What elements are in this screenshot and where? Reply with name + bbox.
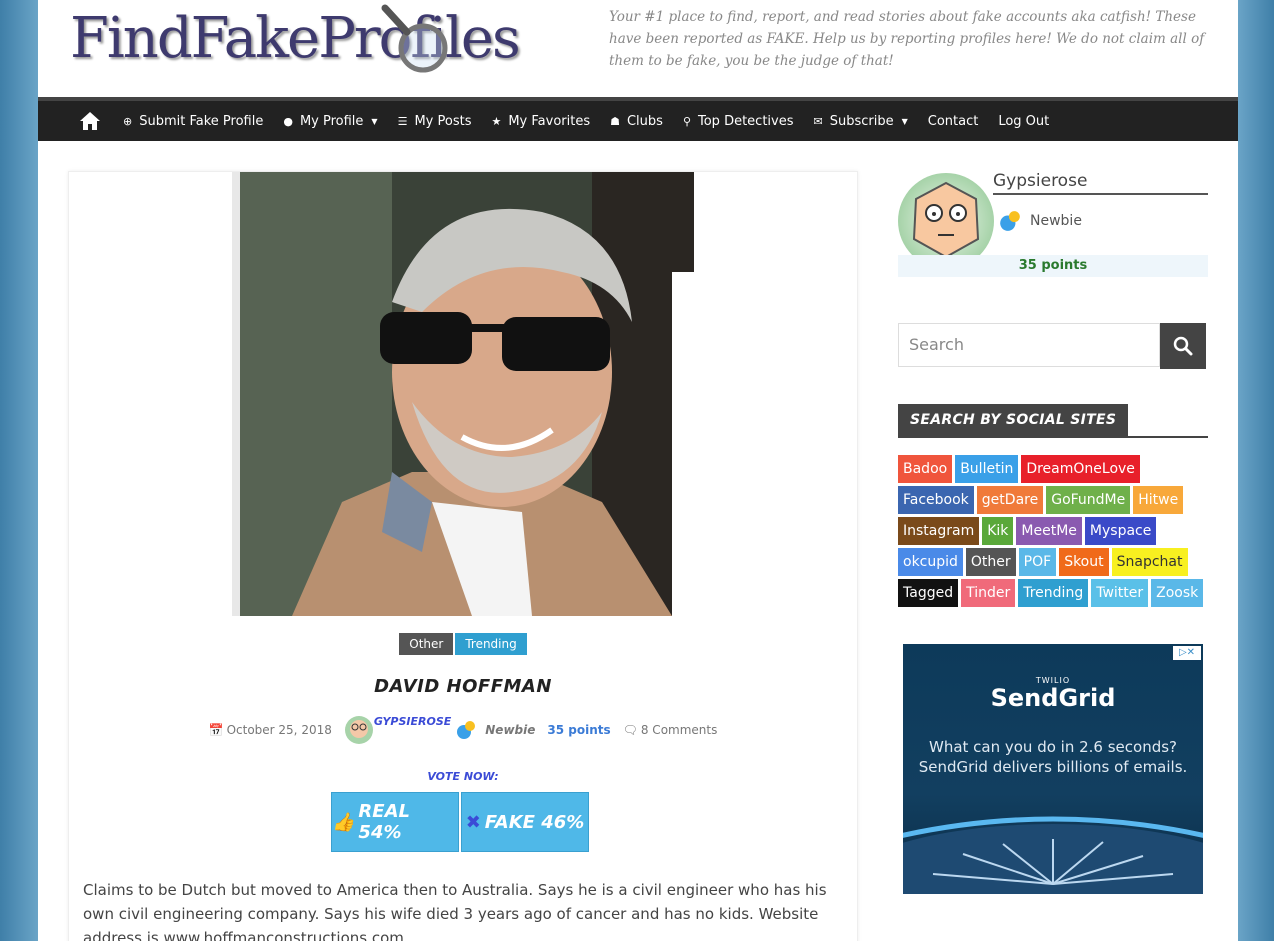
- post-meta: 📅 October 25, 2018 GYPSIEROSE Newbie 35 …: [69, 715, 857, 745]
- social-site-snapchat[interactable]: Snapchat: [1111, 548, 1188, 576]
- nav-item-submit-fake-profile[interactable]: ⊕ Submit Fake Profile: [123, 114, 263, 129]
- list-icon: ☰: [397, 114, 408, 128]
- social-site-badoo[interactable]: Badoo: [898, 455, 953, 483]
- caret-down-icon: ▼: [371, 116, 378, 126]
- post-title: David Hoffman: [374, 676, 552, 697]
- nav-item-top-detectives[interactable]: ⚲ Top Detectives: [683, 114, 794, 129]
- social-site-tagged[interactable]: Tagged: [898, 579, 959, 607]
- author-points: 35 points: [547, 723, 611, 737]
- user-icon: ●: [283, 114, 293, 128]
- search-input[interactable]: Search: [898, 323, 1160, 367]
- nav-item-log-out[interactable]: Log Out: [998, 114, 1049, 129]
- social-site-bulletin[interactable]: Bulletin: [955, 455, 1019, 483]
- social-site-myspace[interactable]: Myspace: [1084, 517, 1157, 545]
- site-tagline: Your #1 place to find, report, and read …: [609, 9, 1205, 69]
- nav-item-label: My Posts: [414, 113, 472, 129]
- social-site-instagram[interactable]: Instagram: [898, 517, 980, 545]
- author-avatar[interactable]: [344, 715, 374, 745]
- post-tag[interactable]: Trending: [455, 633, 527, 655]
- vote-label: VOTE NOW:: [427, 770, 499, 783]
- social-sites-list: Badoo Bulletin DreamOneLove Facebook getDare…: [898, 455, 1210, 610]
- post-card: Other Trending David Hoffman 📅 October 25…: [68, 171, 858, 941]
- nav-item-contact[interactable]: Contact: [928, 114, 979, 129]
- star-icon: ★: [491, 114, 502, 128]
- search-button[interactable]: [1160, 323, 1206, 369]
- nav-item-label: My Favorites: [508, 113, 591, 129]
- nav-item-clubs[interactable]: ☗ Clubs: [610, 114, 663, 129]
- vote-real-button[interactable]: 👍 REAL 54%: [331, 792, 459, 852]
- nav-item-subscribe[interactable]: ✉ Subscribe ▼: [814, 114, 908, 129]
- nav-item-my-favorites[interactable]: ★ My Favorites: [491, 114, 590, 129]
- sidebar-username[interactable]: Gypsierose: [993, 171, 1208, 195]
- page: FindFakeProfiles Your #1 place to find, …: [38, 0, 1238, 941]
- sidebar-rank: Newbie: [998, 209, 1082, 233]
- sidebar-points: 35 points: [898, 255, 1208, 277]
- social-site-kik[interactable]: Kik: [982, 517, 1014, 545]
- post-tag[interactable]: Other: [399, 633, 454, 655]
- profile-photo-drawing: [232, 172, 694, 616]
- profile-photo[interactable]: [232, 172, 694, 616]
- vote-fake-label: FAKE 46%: [484, 811, 585, 833]
- nav-item-my-posts[interactable]: ☰ My Posts: [398, 114, 472, 129]
- social-site-other[interactable]: Other: [965, 548, 1016, 576]
- main-nav: ⊕ Submit Fake Profile ● My Profile ▼ ☰ My Post…: [38, 97, 1238, 141]
- ad-text: What can you do in 2.6 seconds? SendGrid…: [918, 738, 1188, 776]
- nav-item-my-profile[interactable]: ● My Profile ▼: [283, 114, 377, 129]
- social-site-gofundme[interactable]: GoFundMe: [1046, 486, 1131, 514]
- ad-brand: SendGrid: [990, 684, 1116, 712]
- post-tags: Other Trending: [69, 633, 857, 655]
- search-icon: ⚲: [682, 114, 691, 128]
- author-rank: Newbie: [485, 723, 536, 737]
- magnifier-icon: [381, 4, 448, 73]
- nav-item-label: Subscribe: [829, 113, 894, 129]
- newbie-badge-icon: [457, 721, 476, 739]
- post-description: Claims to be Dutch but moved to America …: [83, 881, 827, 941]
- social-site-tinder[interactable]: Tinder: [961, 579, 1016, 607]
- social-site-hitwe[interactable]: Hitwe: [1133, 486, 1184, 514]
- post-author[interactable]: GYPSIEROSE: [374, 715, 451, 728]
- nav-item-label: Submit Fake Profile: [139, 113, 264, 129]
- vote-real-label: REAL 54%: [358, 801, 410, 843]
- group-icon: ☗: [610, 114, 620, 128]
- social-site-zoosk[interactable]: Zoosk: [1151, 579, 1204, 607]
- calendar-icon: 📅: [208, 723, 224, 737]
- comment-icon: 🗨: [622, 723, 638, 737]
- post-date[interactable]: October 25, 2018: [227, 723, 332, 737]
- social-site-trending[interactable]: Trending: [1018, 579, 1089, 607]
- nav-item-label: Log Out: [998, 113, 1050, 129]
- newbie-badge-icon: [1000, 211, 1020, 231]
- nav-item-label: Clubs: [626, 113, 663, 129]
- comments-link[interactable]: 8 Comments: [641, 723, 718, 737]
- social-site-meetme[interactable]: MeetMe: [1016, 517, 1082, 545]
- social-site-facebook[interactable]: Facebook: [898, 486, 974, 514]
- social-site-getdare[interactable]: getDare: [976, 486, 1044, 514]
- home-icon[interactable]: [79, 110, 101, 132]
- social-sites-title: Search by Social Sites: [898, 404, 1129, 436]
- thumbs-up-icon: 👍: [332, 811, 355, 833]
- social-site-okcupid[interactable]: okcupid: [898, 548, 963, 576]
- nav-item-label: Contact: [927, 113, 979, 129]
- social-site-twitter[interactable]: Twitter: [1091, 579, 1149, 607]
- plus-circle-icon: ⊕: [123, 114, 133, 128]
- nav-item-label: My Profile: [299, 113, 364, 129]
- search-icon: [1173, 336, 1193, 356]
- sidebar-rank-label: Newbie: [1030, 213, 1082, 229]
- sendgrid-ad[interactable]: ▷✕ TWILIO SendGrid What can you do in 2.…: [903, 644, 1203, 894]
- social-sites-header: Search by Social Sites: [898, 404, 1208, 438]
- user-x-icon: ✖: [465, 811, 481, 833]
- ad-close-icon[interactable]: ▷✕: [1173, 646, 1201, 660]
- envelope-icon: ✉: [813, 114, 823, 128]
- caret-down-icon: ▼: [901, 116, 908, 126]
- social-site-skout[interactable]: Skout: [1059, 548, 1109, 576]
- ad-graphic: [903, 816, 1203, 894]
- social-site-dreamonelove[interactable]: DreamOneLove: [1021, 455, 1140, 483]
- social-site-pof[interactable]: POF: [1018, 548, 1057, 576]
- vote-fake-button[interactable]: ✖ FAKE 46%: [461, 792, 589, 852]
- nav-item-label: Top Detectives: [698, 113, 794, 129]
